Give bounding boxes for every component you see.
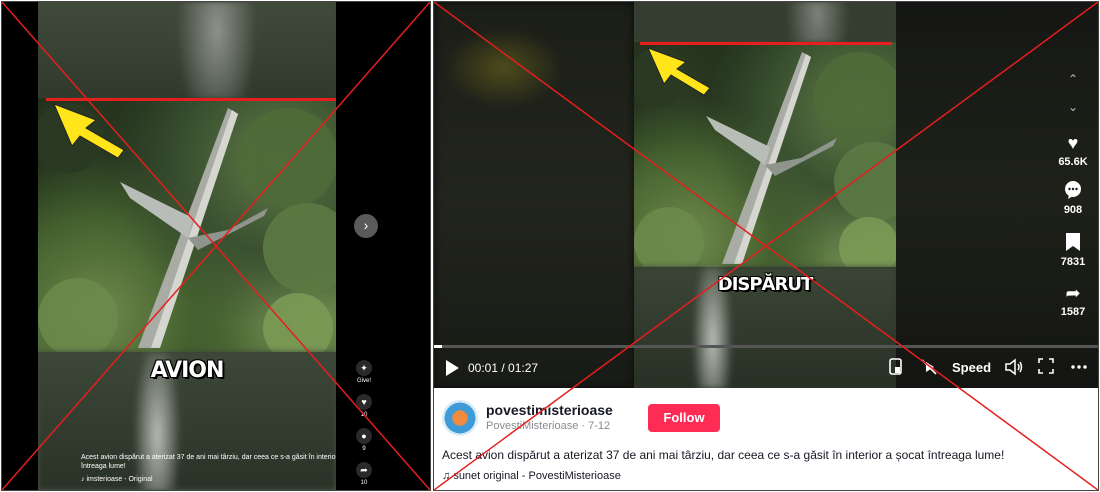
miniplayer-icon[interactable] [888, 358, 904, 382]
left-gift-button[interactable]: ✦ Give! [354, 360, 374, 384]
author-info: PovestiMisterioase · 7-12 [486, 420, 610, 432]
share-button[interactable]: ➦ 1587 [1052, 282, 1094, 318]
left-red-marker-line [46, 98, 336, 101]
left-share-button[interactable]: ➦ 10 [354, 462, 374, 486]
time-display: 00:01 / 01:27 [468, 361, 539, 375]
heart-icon: ♥ [1067, 133, 1079, 153]
left-comment-count: 9 [362, 446, 366, 452]
fullscreen-icon[interactable] [1038, 358, 1054, 380]
heart-icon: ♥ [356, 394, 372, 410]
right-video-panel: DISPĂRUT ⌃ ⌄ ♥ 65.6K 908 7831 ➦ 1587 00:… [434, 2, 1098, 490]
right-red-marker-line [640, 42, 892, 45]
comment-icon: ● [356, 428, 372, 444]
post-date: 7-12 [588, 420, 611, 432]
follow-button[interactable]: Follow [648, 404, 720, 432]
left-video-panel: AVION Acest avion dispărut a aterizat 37… [2, 2, 430, 490]
bookmark-count: 7831 [1060, 256, 1086, 268]
next-video-button[interactable]: › [354, 214, 378, 238]
volume-icon[interactable] [1004, 358, 1024, 382]
gift-icon: ✦ [356, 360, 372, 376]
progress-bar[interactable] [434, 345, 1098, 348]
left-plane-illustration [38, 103, 336, 352]
left-like-button[interactable]: ♥ 10 [354, 394, 374, 418]
comment-icon [1052, 180, 1094, 202]
progress-fill [434, 345, 442, 348]
bookmark-button[interactable]: 7831 [1052, 232, 1094, 268]
display-name[interactable]: PovestiMisterioase [486, 420, 578, 432]
avatar[interactable] [442, 400, 478, 436]
right-caption-word: DISPĂRUT [717, 274, 813, 295]
play-button[interactable] [446, 360, 459, 376]
share-icon: ➦ [1065, 283, 1081, 303]
previous-video-button[interactable]: ⌃ [1060, 66, 1086, 92]
right-blur-top [634, 2, 896, 42]
bookmark-icon [1052, 232, 1094, 254]
autoscroll-off-icon[interactable] [920, 358, 938, 382]
left-video-frame[interactable]: AVION Acest avion dispărut a aterizat 37… [38, 2, 336, 490]
share-icon: ➦ [356, 462, 372, 478]
next-video-button-right[interactable]: ⌄ [1060, 94, 1086, 120]
left-plane-photo [38, 98, 336, 352]
chevron-up-icon: ⌃ [1067, 72, 1079, 86]
right-plane-illustration [634, 47, 896, 267]
right-plane-photo [634, 42, 896, 267]
left-sound-label[interactable]: ♪ imsterioase - Original [81, 476, 153, 483]
left-comment-button[interactable]: ● 9 [354, 428, 374, 452]
video-description: Acest avion dispărut a aterizat 37 de an… [442, 448, 1005, 462]
music-note-icon: ♫ [442, 470, 454, 482]
share-count: 1587 [1060, 306, 1086, 318]
comment-button[interactable]: 908 [1052, 180, 1094, 216]
left-caption-word: AVION [150, 358, 225, 383]
left-description: Acest avion dispărut a aterizat 37 de an… [81, 454, 336, 470]
speed-button[interactable]: Speed [952, 360, 991, 375]
username[interactable]: povestimisterioase [486, 402, 613, 418]
left-action-label: Give! [356, 378, 371, 384]
comment-count: 908 [1063, 204, 1083, 216]
more-options-icon[interactable] [1070, 358, 1088, 382]
like-button[interactable]: ♥ 65.6K [1052, 132, 1094, 168]
video-player[interactable]: DISPĂRUT ⌃ ⌄ ♥ 65.6K 908 7831 ➦ 1587 00:… [434, 2, 1098, 388]
right-video-frame[interactable]: DISPĂRUT [634, 2, 896, 388]
chevron-down-icon: ⌄ [1067, 100, 1079, 114]
left-share-count: 10 [360, 480, 368, 486]
video-meta: povestimisterioase PovestiMisterioase · … [434, 388, 1098, 490]
like-count: 65.6K [1058, 156, 1088, 168]
ambient-left [434, 2, 634, 388]
sound-link[interactable]: ♫ sunet original - PovestiMisterioase [442, 470, 621, 482]
player-controls: 00:01 / 01:27 Speed [434, 354, 1098, 384]
left-like-count: 10 [360, 412, 368, 418]
left-blur-top [38, 2, 336, 98]
